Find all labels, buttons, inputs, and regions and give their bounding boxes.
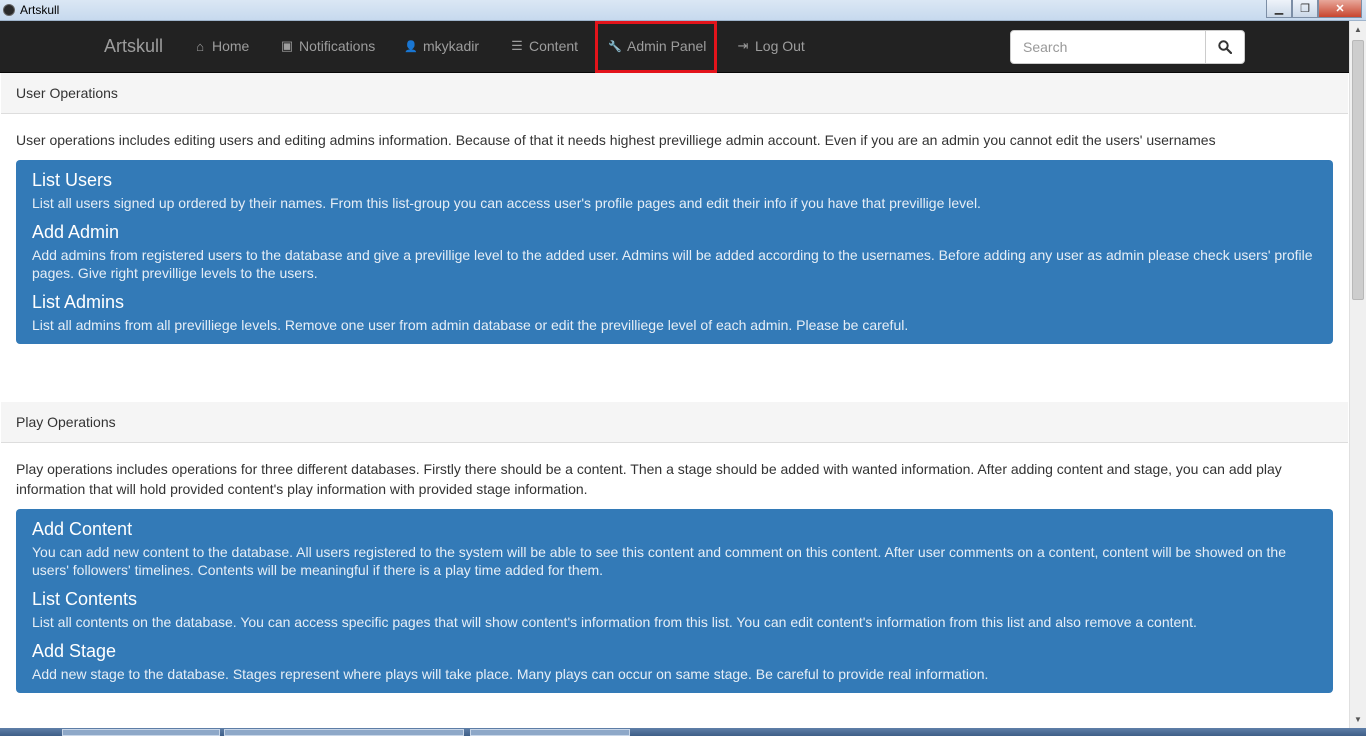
- wrench-icon: 🔧: [608, 40, 622, 53]
- list-item-text: Add new stage to the database. Stages re…: [32, 666, 989, 682]
- list-item-text: List all admins from all previlliege lev…: [32, 317, 909, 333]
- nav-content[interactable]: ☰ Content: [510, 38, 578, 54]
- minimize-button[interactable]: ▁: [1266, 0, 1292, 18]
- user-operations-description: User operations includes editing users a…: [16, 132, 1216, 148]
- add-content-item[interactable]: Add Content You can add new content to t…: [32, 517, 1317, 579]
- nav-home-label: Home: [212, 38, 250, 54]
- list-item-title: Add Content: [32, 519, 133, 539]
- user-operations-heading: User Operations: [1, 73, 1348, 114]
- list-item-title: Add Admin: [32, 222, 120, 242]
- play-operations-heading: Play Operations: [1, 402, 1348, 443]
- list-item-text: You can add new content to the database.…: [32, 544, 1287, 578]
- nav-home[interactable]: ⌂ Home: [193, 38, 249, 54]
- scrollbar-thumb[interactable]: [1352, 40, 1364, 300]
- taskbar-item[interactable]: [470, 729, 630, 736]
- taskbar-item[interactable]: [62, 729, 220, 736]
- logout-icon: ⇥: [737, 38, 749, 53]
- add-stage-item[interactable]: Add Stage Add new stage to the database.…: [32, 639, 1317, 683]
- app-skull-icon: [3, 4, 15, 16]
- list-item-title: Add Stage: [32, 641, 117, 661]
- inbox-icon: ▣: [280, 38, 294, 53]
- taskbar-item[interactable]: [224, 729, 464, 736]
- list-icon: ☰: [511, 38, 523, 53]
- window-controls: ▁ ❐ ✕: [1266, 0, 1362, 18]
- user-operations-list: List Users List all users signed up orde…: [16, 160, 1333, 344]
- list-item-title: List Admins: [32, 292, 125, 312]
- play-operations-description: Play operations includes operations for …: [16, 461, 1282, 497]
- nav-logout[interactable]: ⇥ Log Out: [736, 38, 805, 54]
- list-item-text: List all contents on the database. You c…: [32, 614, 1197, 630]
- nav-notifications-label: Notifications: [299, 38, 376, 54]
- search-icon: [1218, 40, 1232, 54]
- list-admins-item[interactable]: List Admins List all admins from all pre…: [32, 290, 1317, 334]
- play-operations-list: Add Content You can add new content to t…: [16, 509, 1333, 693]
- user-icon: 👤: [404, 40, 418, 53]
- play-operations-panel: Play Operations Play operations includes…: [1, 402, 1348, 693]
- vertical-scrollbar[interactable]: ▲ ▼: [1349, 21, 1366, 728]
- search-button[interactable]: [1205, 30, 1245, 64]
- user-operations-panel: User Operations User operations includes…: [1, 73, 1348, 344]
- brand-link[interactable]: Artskull: [104, 36, 163, 57]
- close-button[interactable]: ✕: [1318, 0, 1362, 18]
- search-input[interactable]: [1010, 30, 1206, 64]
- nav-content-label: Content: [529, 38, 579, 54]
- list-item-title: List Contents: [32, 589, 138, 609]
- list-item-text: List all users signed up ordered by thei…: [32, 195, 981, 211]
- nav-logout-label: Log Out: [755, 38, 805, 54]
- top-navbar: Artskull ⌂ Home ▣ Notifications 👤 mkykad…: [0, 21, 1366, 73]
- nav-profile-label: mkykadir: [423, 38, 480, 54]
- maximize-button[interactable]: ❐: [1292, 0, 1318, 18]
- os-taskbar: [0, 728, 1366, 736]
- nav-profile[interactable]: 👤 mkykadir: [404, 38, 479, 54]
- window-title: Artskull: [20, 3, 60, 17]
- nav-admin-panel[interactable]: 🔧 Admin Panel: [608, 38, 706, 54]
- nav-notifications[interactable]: ▣ Notifications: [280, 38, 375, 54]
- window-titlebar: Artskull ▁ ❐ ✕: [0, 0, 1366, 21]
- scroll-up-arrow-icon[interactable]: ▲: [1350, 21, 1366, 38]
- add-admin-item[interactable]: Add Admin Add admins from registered use…: [32, 220, 1317, 282]
- home-icon: ⌂: [196, 38, 204, 54]
- scroll-down-arrow-icon[interactable]: ▼: [1350, 711, 1366, 728]
- list-item-text: Add admins from registered users to the …: [32, 247, 1313, 281]
- nav-admin-panel-label: Admin Panel: [627, 38, 707, 54]
- list-contents-item[interactable]: List Contents List all contents on the d…: [32, 587, 1317, 631]
- list-item-title: List Users: [32, 170, 113, 190]
- list-users-item[interactable]: List Users List all users signed up orde…: [32, 168, 1317, 212]
